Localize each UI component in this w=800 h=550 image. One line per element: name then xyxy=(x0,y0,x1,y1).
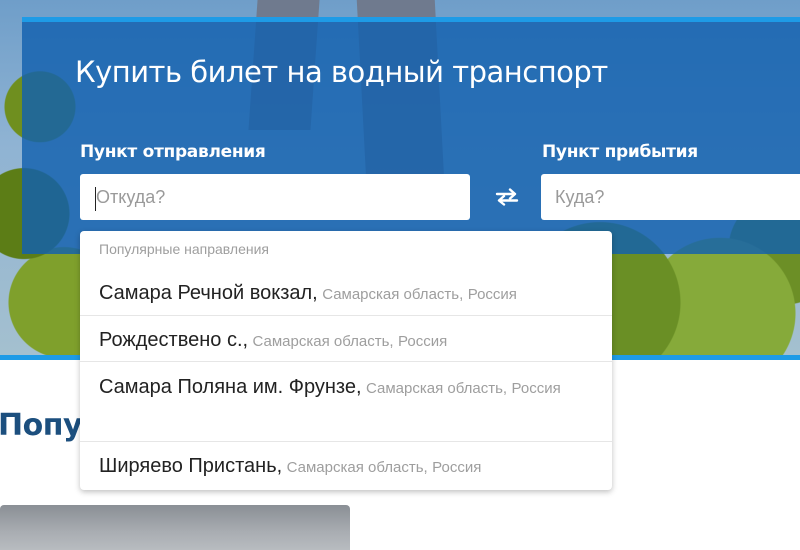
panel-title: Купить билет на водный транспорт xyxy=(75,55,608,89)
suggestion-country: Россия xyxy=(398,333,448,350)
suggestion-region: Самарская область, xyxy=(366,380,508,397)
suggestion-name: Самара Речной вокзал, xyxy=(99,282,318,304)
suggestion-region: Самарская область, xyxy=(252,333,394,350)
suggestion-country: Россия xyxy=(511,380,561,397)
suggestion-item[interactable]: Самара Речной вокзал, Самарская область,… xyxy=(80,271,612,315)
suggestion-region: Самарская область, xyxy=(286,459,428,476)
destination-card-image[interactable] xyxy=(0,505,350,550)
suggestion-region: Самарская область, xyxy=(322,286,464,303)
suggestion-item[interactable]: Рождествено с., Самарская область, Росси… xyxy=(80,315,612,361)
departure-label: Пункт отправления xyxy=(80,142,266,162)
suggestion-name: Рождествено с., xyxy=(99,329,249,351)
arrival-label: Пункт прибытия xyxy=(542,142,698,162)
suggestion-item[interactable]: Самара Поляна им. Фрунзе, Самарская обла… xyxy=(80,361,612,441)
suggestions-dropdown: Популярные направления Самара Речной вок… xyxy=(80,231,612,490)
text-caret xyxy=(95,187,96,211)
arrival-input[interactable] xyxy=(541,174,800,220)
suggestion-item[interactable]: Ширяево Пристань, Самарская область, Рос… xyxy=(80,441,612,490)
swap-button[interactable] xyxy=(490,180,524,214)
swap-arrows-icon xyxy=(495,188,519,206)
search-panel: Купить билет на водный транспорт Пункт о… xyxy=(22,22,800,254)
suggestion-country: Россия xyxy=(467,286,517,303)
dropdown-heading: Популярные направления xyxy=(99,241,270,257)
departure-input[interactable] xyxy=(80,174,470,220)
suggestion-name: Самара Поляна им. Фрунзе, xyxy=(99,376,362,398)
suggestion-country: Россия xyxy=(432,459,482,476)
suggestion-name: Ширяево Пристань, xyxy=(99,455,283,477)
